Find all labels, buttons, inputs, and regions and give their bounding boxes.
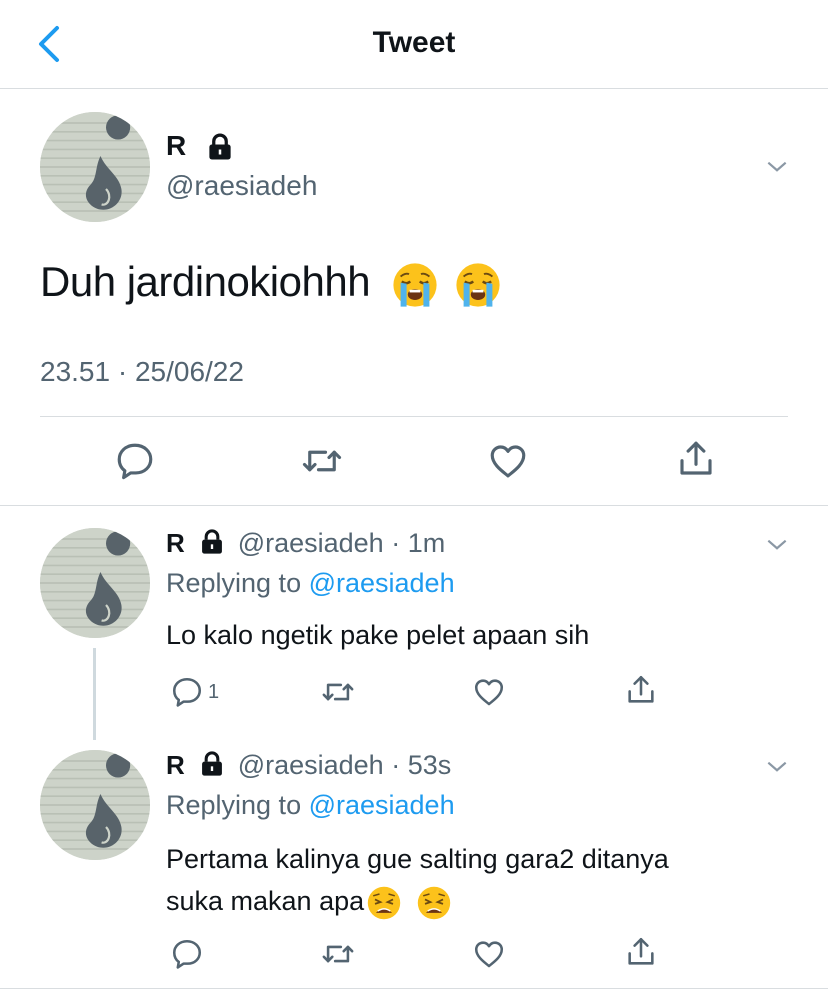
chevron-down-icon[interactable] [762, 532, 792, 558]
weary-face-emoji [366, 885, 402, 921]
reply-count: 1 [208, 681, 220, 703]
author-handle[interactable]: @raesiadeh [238, 528, 384, 558]
avatar-image [40, 112, 150, 222]
retweet-icon[interactable] [300, 440, 344, 482]
author-handle[interactable]: @raesiadeh [166, 170, 317, 202]
like-icon[interactable] [472, 675, 506, 709]
lock-icon [197, 750, 227, 778]
author-handle[interactable]: @raesiadeh [238, 750, 384, 780]
like-icon[interactable] [487, 440, 529, 482]
chevron-down-icon[interactable] [762, 754, 792, 780]
reply-time[interactable]: 53s [408, 750, 452, 780]
thread-connector [93, 648, 96, 740]
divider [40, 416, 788, 417]
tweet-timestamp[interactable]: 23.51 · 25/06/22 [40, 356, 244, 388]
reply-icon[interactable] [114, 440, 156, 482]
author-name[interactable]: R [166, 750, 185, 780]
avatar[interactable] [40, 112, 150, 222]
reply-text: Lo kalo ngetik pake pelet apaan sih [166, 620, 590, 650]
share-icon[interactable] [624, 935, 658, 969]
chevron-down-icon[interactable] [762, 154, 792, 180]
reply-time[interactable]: 1m [408, 528, 446, 558]
loudly-crying-face-emoji [454, 261, 502, 309]
mention-link[interactable]: @raesiadeh [309, 568, 455, 598]
lock-icon [204, 132, 236, 162]
tweet-text: Duh jardinokiohhh [40, 258, 502, 309]
share-icon[interactable] [624, 673, 658, 707]
mention-link[interactable]: @raesiadeh [309, 790, 455, 820]
divider [0, 505, 828, 506]
avatar-image [40, 750, 150, 860]
replying-to: Replying to @raesiadeh [166, 790, 455, 820]
avatar[interactable] [40, 750, 150, 860]
lock-icon [197, 528, 227, 556]
avatar-image [40, 528, 150, 638]
reply-header: R @raesiadeh · 53s [166, 750, 452, 780]
weary-face-emoji [416, 885, 452, 921]
tweet-text-body: Duh jardinokiohhh [40, 258, 371, 305]
retweet-icon[interactable] [320, 675, 356, 709]
avatar[interactable] [40, 528, 150, 638]
divider [0, 988, 828, 989]
reply-text: Pertama kalinya gue salting gara2 ditany… [166, 838, 669, 922]
share-icon[interactable] [675, 438, 717, 480]
reply-header: R @raesiadeh · 1m [166, 528, 446, 558]
reply-text-line: Pertama kalinya gue salting gara2 ditany… [166, 844, 669, 874]
author-name[interactable]: R [166, 130, 186, 162]
loudly-crying-face-emoji [391, 261, 439, 309]
like-icon[interactable] [472, 937, 506, 971]
retweet-icon[interactable] [320, 937, 356, 971]
reply-icon[interactable] [170, 675, 204, 709]
replying-to: Replying to @raesiadeh [166, 568, 455, 598]
page-title: Tweet [372, 26, 456, 59]
author-name[interactable]: R [166, 528, 185, 558]
reply-icon[interactable] [170, 937, 204, 971]
reply-text-line: suka makan apa [166, 880, 669, 922]
